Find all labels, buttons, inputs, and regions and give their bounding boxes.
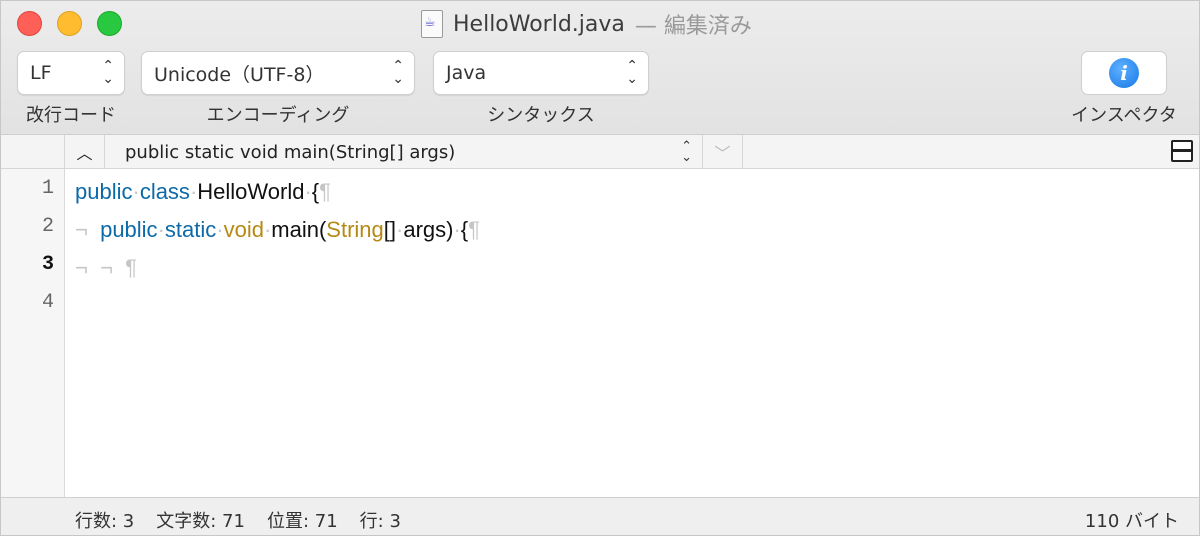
invisible-char: ¶ xyxy=(319,179,331,204)
encoding-value: Unicode（UTF-8） xyxy=(154,63,325,86)
document-name: HelloWorld.java xyxy=(453,11,625,37)
line-number: 4 xyxy=(41,291,54,314)
line-ending-label: 改行コード xyxy=(26,105,116,126)
invisible-char: · xyxy=(304,179,312,204)
zoom-window-button[interactable] xyxy=(97,11,122,36)
syntax-popup[interactable]: Java ⌃ ⌄ xyxy=(433,51,649,95)
encoding-popup[interactable]: Unicode（UTF-8） ⌃ ⌄ xyxy=(141,51,415,95)
code-token: main( xyxy=(271,217,327,242)
previous-item-button[interactable]: ︿ xyxy=(65,135,105,169)
file-size: 110 バイト xyxy=(1084,511,1179,532)
encoding-label: エンコーディング xyxy=(206,105,350,126)
info-icon: i xyxy=(1109,58,1139,88)
line-count: 行数: 3 xyxy=(75,511,135,532)
code-token: args) xyxy=(403,217,454,242)
invisible-char: · xyxy=(157,217,165,242)
window-toolbar: HelloWorld.java — 編集済み LF ⌃⌄ 改行コード Unico… xyxy=(1,1,1199,135)
chevron-down-icon: ﹀ xyxy=(714,144,731,163)
code-line[interactable]: ¬ public·static·void·main(String[]·args)… xyxy=(75,211,480,249)
line-number: 1 xyxy=(41,177,54,200)
java-document-icon[interactable] xyxy=(421,10,443,38)
keyword-token: static xyxy=(164,217,217,242)
editor-window: HelloWorld.java — 編集済み LF ⌃⌄ 改行コード Unico… xyxy=(0,0,1200,536)
line-ending-popup[interactable]: LF ⌃ ⌄ xyxy=(17,51,125,95)
code-line[interactable]: public·class·HelloWorld·{¶ xyxy=(75,173,331,211)
chevron-up-down-icon: ⌃ ⌄ xyxy=(626,58,638,87)
close-window-button[interactable] xyxy=(17,11,42,36)
minimize-window-button[interactable] xyxy=(57,11,82,36)
line-ending-value: LF xyxy=(30,62,52,84)
navigation-bar: ︿ public static void main(String[] args)… xyxy=(1,135,1199,169)
chevron-up-down-icon: ⌃ ⌄ xyxy=(102,58,114,87)
cursor-position: 位置: 71 xyxy=(266,511,338,532)
invisible-char: ¬ xyxy=(75,217,101,242)
text-editor[interactable]: 1 2 3 4 public·class·HelloWorld·{¶ ¬ publ… xyxy=(1,169,1199,497)
outline-menu[interactable]: public static void main(String[] args) ⌃… xyxy=(105,135,703,169)
type-token: String xyxy=(326,217,384,242)
split-editor-icon[interactable] xyxy=(1171,140,1193,162)
inspector-label: インスペクタ xyxy=(1071,105,1177,126)
window-title: HelloWorld.java — 編集済み xyxy=(421,7,752,41)
chevron-up-down-icon: ⌃ ⌄ xyxy=(681,139,692,165)
code-token: [] xyxy=(383,217,396,242)
keyword-token: public xyxy=(100,217,158,242)
code-line[interactable]: ¬ ¬ ¶ xyxy=(75,249,137,287)
invisible-char: · xyxy=(216,217,224,242)
invisible-char: · xyxy=(132,179,140,204)
current-line: 行: 3 xyxy=(359,511,401,532)
type-token: void xyxy=(223,217,264,242)
outline-current-item: public static void main(String[] args) xyxy=(125,141,456,163)
keyword-token: class xyxy=(139,179,190,204)
chevron-up-down-icon: ⌃ ⌄ xyxy=(392,58,404,87)
syntax-label: シンタックス xyxy=(487,105,595,126)
inspector-button[interactable]: i xyxy=(1081,51,1167,95)
character-count: 文字数: 71 xyxy=(156,511,245,532)
line-number-gutter: 1 2 3 4 xyxy=(1,169,65,497)
syntax-value: Java xyxy=(446,62,487,84)
chevron-up-icon: ︿ xyxy=(76,144,93,163)
invisible-char: ¶ xyxy=(468,217,480,242)
invisible-char: · xyxy=(453,217,461,242)
navbar-gutter-spacer xyxy=(1,135,65,169)
invisible-char: ¬ ¬ ¶ xyxy=(75,255,137,280)
keyword-token: public xyxy=(75,179,133,204)
line-number-current: 3 xyxy=(41,253,54,276)
status-bar: 行数: 3 文字数: 71 位置: 71 行: 3 110 バイト xyxy=(1,497,1199,535)
line-number: 2 xyxy=(41,215,54,238)
next-item-button[interactable]: ﹀ xyxy=(703,135,743,169)
code-token: HelloWorld xyxy=(197,179,305,204)
edited-status: — 編集済み xyxy=(634,14,752,39)
